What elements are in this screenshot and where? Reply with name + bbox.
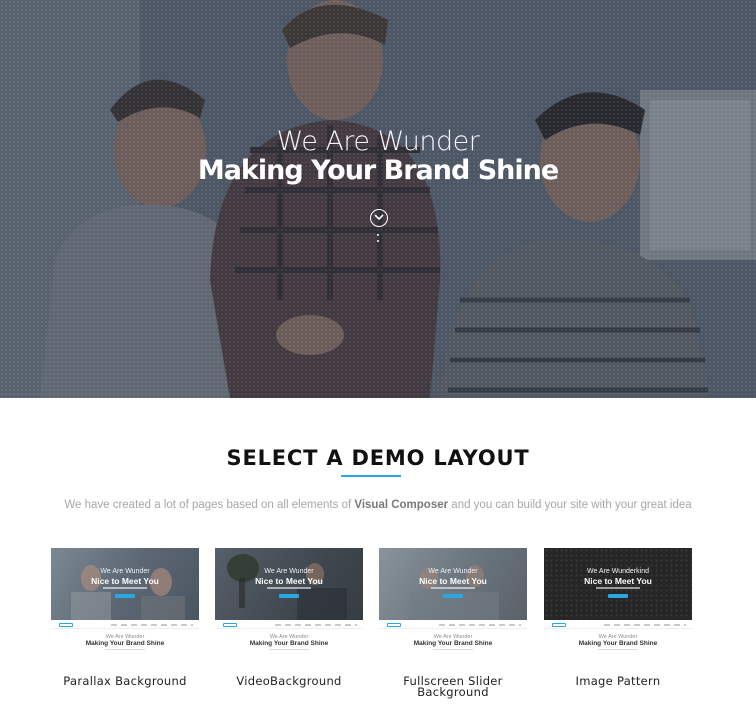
subtitle-highlight: Visual Composer (354, 499, 449, 511)
demo-card-image-pattern[interactable]: We Are Wunderkind Nice to Meet You We Ar… (544, 548, 692, 687)
scroll-indicator-dots (377, 234, 379, 246)
preview-line2: Nice to Meet You (91, 576, 159, 586)
preview-line2: Nice to Meet You (419, 576, 487, 586)
scroll-down-button[interactable] (370, 209, 388, 227)
demo-card-video[interactable]: We Are Wunder Nice to Meet You We Are Wu… (215, 548, 363, 687)
demo-thumbnail[interactable]: We Are Wunder Nice to Meet You We Are Wu… (379, 548, 527, 656)
demo-label[interactable]: Fullscreen Slider Background (379, 675, 527, 699)
demo-label-line2: Background (417, 685, 489, 699)
demo-label[interactable]: VideoBackground (215, 675, 363, 687)
demo-card-parallax[interactable]: We Are Wunder Nice to Meet You We Are Wu… (51, 548, 199, 687)
preview-line2: Nice to Meet You (255, 576, 323, 586)
section-title: SELECT A DEMO LAYOUT (226, 446, 530, 470)
preview-lower-line2: Making Your Brand Shine (85, 640, 165, 647)
preview-line1: We Are Wunder (100, 568, 150, 575)
hero-title-line2: Making Your Brand Shine (197, 155, 559, 186)
demo-label[interactable]: Image Pattern (544, 675, 692, 687)
hero-section: We Are Wunder Making Your Brand Shine (0, 0, 756, 398)
preview-line1: We Are Wunder (428, 568, 478, 575)
demo-label[interactable]: Parallax Background (51, 675, 199, 687)
preview-line1: We Are Wunder (264, 568, 314, 575)
title-underline (341, 475, 401, 477)
preview-lower-line2: Making Your Brand Shine (413, 640, 493, 647)
demo-thumbnail[interactable]: We Are Wunder Nice to Meet You We Are Wu… (51, 548, 199, 656)
chevron-down-icon (374, 214, 384, 221)
demo-card-fullscreen-slider[interactable]: We Are Wunder Nice to Meet You We Are Wu… (379, 548, 527, 698)
preview-lower-line2: Making Your Brand Shine (249, 640, 329, 647)
preview-line2: Nice to Meet You (584, 576, 652, 586)
demo-thumbnail[interactable]: We Are Wunder Nice to Meet You We Are Wu… (215, 548, 363, 656)
preview-line1: We Are Wunderkind (587, 568, 649, 575)
section-subtitle: We have created a lot of pages based on … (64, 499, 692, 511)
preview-lower-line2: Making Your Brand Shine (578, 640, 658, 647)
hero-title-line1: We Are Wunder (276, 126, 480, 157)
demo-thumbnail[interactable]: We Are Wunderkind Nice to Meet You We Ar… (544, 548, 692, 656)
